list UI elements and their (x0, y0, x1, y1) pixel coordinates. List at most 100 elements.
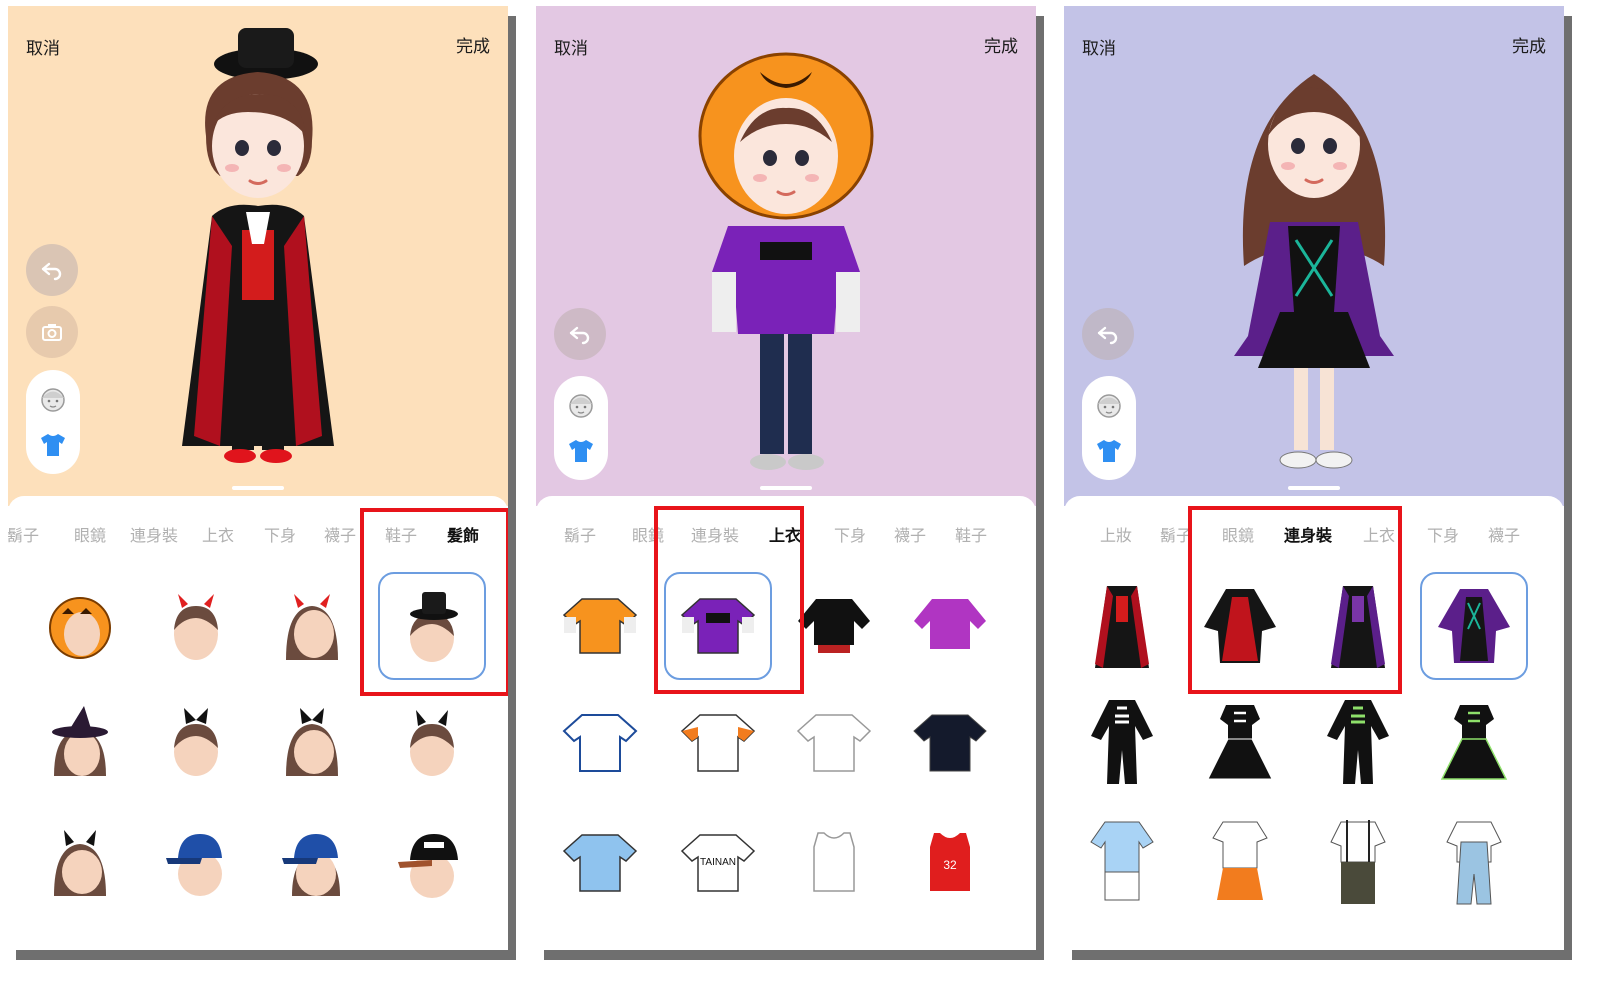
face-mode-button[interactable] (1091, 387, 1127, 423)
vampire-coat-icon (1095, 586, 1149, 668)
undo-icon (569, 326, 590, 345)
sheet-handle[interactable] (1288, 486, 1340, 490)
tab-glasses[interactable]: 眼鏡 (616, 522, 680, 558)
item-skeleton-dress[interactable] (1186, 688, 1294, 796)
tab-socks[interactable]: 襪子 (880, 522, 940, 558)
item-light-blue-jersey[interactable] (546, 808, 654, 916)
camera-icon (42, 324, 62, 341)
item-vampire-coat[interactable] (1068, 572, 1176, 680)
shirt-icon (569, 440, 593, 462)
tab-top[interactable]: 上衣 (1346, 522, 1412, 558)
tab-glasses[interactable]: 眼鏡 (1206, 522, 1270, 558)
item-trick-or-treat-purple[interactable] (896, 572, 1004, 680)
item-trick-or-treat-black[interactable] (780, 572, 888, 680)
tab-glasses[interactable]: 眼鏡 (58, 522, 122, 558)
light-blue-outfit-icon (1090, 821, 1154, 901)
item-light-blue-outfit[interactable] (1068, 808, 1176, 916)
tab-shoes[interactable]: 鞋子 (370, 522, 432, 558)
tab-bottom[interactable]: 下身 (1412, 522, 1474, 558)
item-blue-cap-short-hair[interactable] (142, 808, 250, 916)
jersey-number: 32 (943, 858, 957, 872)
done-button[interactable]: 完成 (1512, 32, 1546, 57)
item-bow-long-hair[interactable] (258, 688, 366, 796)
cancel-button[interactable]: 取消 (554, 34, 588, 59)
orange-shirt-icon (562, 598, 638, 654)
mode-switcher (1082, 376, 1136, 480)
sheet-handle[interactable] (760, 486, 812, 490)
item-purple-witch-dress[interactable] (1420, 572, 1528, 680)
editor-panel-onepiece: 取消 完成 上妝 鬍子 眼鏡 連身裝 上衣 下身 襪子 (1064, 6, 1564, 950)
tab-hair-accessory[interactable]: 髮飾 (432, 522, 494, 558)
cancel-button[interactable]: 取消 (26, 34, 60, 59)
item-green-skeleton-suit[interactable] (1304, 688, 1412, 796)
item-top-hat[interactable] (378, 572, 486, 680)
outfit-mode-button[interactable] (1091, 433, 1127, 469)
face-mode-button[interactable] (35, 381, 71, 417)
tab-bottom[interactable]: 下身 (250, 522, 310, 558)
tab-socks[interactable]: 襪子 (1474, 522, 1534, 558)
item-purple-vampire-coat[interactable] (1304, 572, 1412, 680)
item-red-basketball-jersey[interactable]: 32 (896, 808, 1004, 916)
done-button[interactable]: 完成 (456, 32, 490, 57)
tab-bottom[interactable]: 下身 (820, 522, 880, 558)
item-black-cap[interactable] (378, 808, 486, 916)
outfit-mode-button[interactable] (35, 427, 71, 463)
undo-icon (41, 262, 62, 281)
item-white-jersey-plain[interactable] (780, 688, 888, 796)
item-green-skeleton-dress[interactable] (1420, 688, 1528, 796)
sheet-handle[interactable] (232, 486, 284, 490)
item-blue-cap-long-hair[interactable] (258, 808, 366, 916)
item-black-horns-long-hair[interactable] (26, 808, 134, 916)
undo-button[interactable] (554, 308, 606, 360)
tainan-label: TAINAN (700, 857, 736, 868)
undo-icon (1097, 326, 1118, 345)
tab-socks[interactable]: 襪子 (310, 522, 370, 558)
item-white-tank[interactable] (780, 808, 888, 916)
face-mode-button[interactable] (563, 387, 599, 423)
item-devil-horns-long-hair[interactable] (258, 572, 366, 680)
devil-horns-long-hair-icon (286, 594, 338, 660)
done-button[interactable]: 完成 (984, 32, 1018, 57)
item-bow-short-hair[interactable] (142, 688, 250, 796)
item-cheerleader-outfit[interactable] (1186, 808, 1294, 916)
item-orange-halloween-shirt[interactable] (546, 572, 654, 680)
item-black-horns-short-hair[interactable] (378, 688, 486, 796)
face-icon (41, 388, 65, 412)
tab-beard[interactable]: 鬍子 (8, 522, 44, 558)
avatar-preview: 取消 完成 (1064, 6, 1564, 506)
tab-beard[interactable]: 鬍子 (1146, 522, 1206, 558)
item-denim-overalls[interactable] (1420, 808, 1528, 916)
undo-button[interactable] (26, 244, 78, 296)
camera-button[interactable] (26, 306, 78, 358)
avatar-vampire (182, 28, 334, 463)
undo-button[interactable] (1082, 308, 1134, 360)
item-navy-jersey[interactable] (896, 688, 1004, 796)
face-icon (1097, 394, 1121, 418)
tab-top[interactable]: 上衣 (186, 522, 250, 558)
item-witch-hat[interactable] (26, 688, 134, 796)
blue-cap-short-hair-icon (166, 834, 222, 896)
tab-onepiece[interactable]: 連身裝 (680, 522, 750, 558)
tab-beard[interactable]: 鬍子 (558, 522, 602, 558)
item-purple-halloween-shirt[interactable] (664, 572, 772, 680)
black-horns-short-hair-icon (410, 710, 454, 776)
editor-panel-top: 取消 完成 鬍子 眼鏡 連身裝 上衣 下身 襪子 鞋子 TAINAN 32 (536, 6, 1036, 950)
item-white-jersey-orange[interactable] (664, 688, 772, 796)
skeleton-dress-icon (1207, 705, 1273, 780)
item-devil-horns-short-hair[interactable] (142, 572, 250, 680)
purple-tee-icon (914, 599, 986, 649)
item-tainan-jersey[interactable]: TAINAN (664, 808, 772, 916)
item-sheet: 鬍子 眼鏡 連身裝 上衣 下身 襪子 鞋子 TAINAN 32 (536, 496, 1036, 950)
item-skeleton-suit[interactable] (1068, 688, 1176, 796)
item-suspender-outfit[interactable] (1304, 808, 1412, 916)
item-red-vampire-dress[interactable] (1186, 572, 1294, 680)
item-white-jersey-blue[interactable] (546, 688, 654, 796)
tab-makeup[interactable]: 上妝 (1086, 522, 1146, 558)
tab-onepiece[interactable]: 連身裝 (1270, 522, 1346, 558)
item-pumpkin-hood[interactable] (26, 572, 134, 680)
tab-top[interactable]: 上衣 (750, 522, 820, 558)
tab-onepiece[interactable]: 連身裝 (122, 522, 186, 558)
cancel-button[interactable]: 取消 (1082, 34, 1116, 59)
tab-shoes[interactable]: 鞋子 (940, 522, 1002, 558)
outfit-mode-button[interactable] (563, 433, 599, 469)
